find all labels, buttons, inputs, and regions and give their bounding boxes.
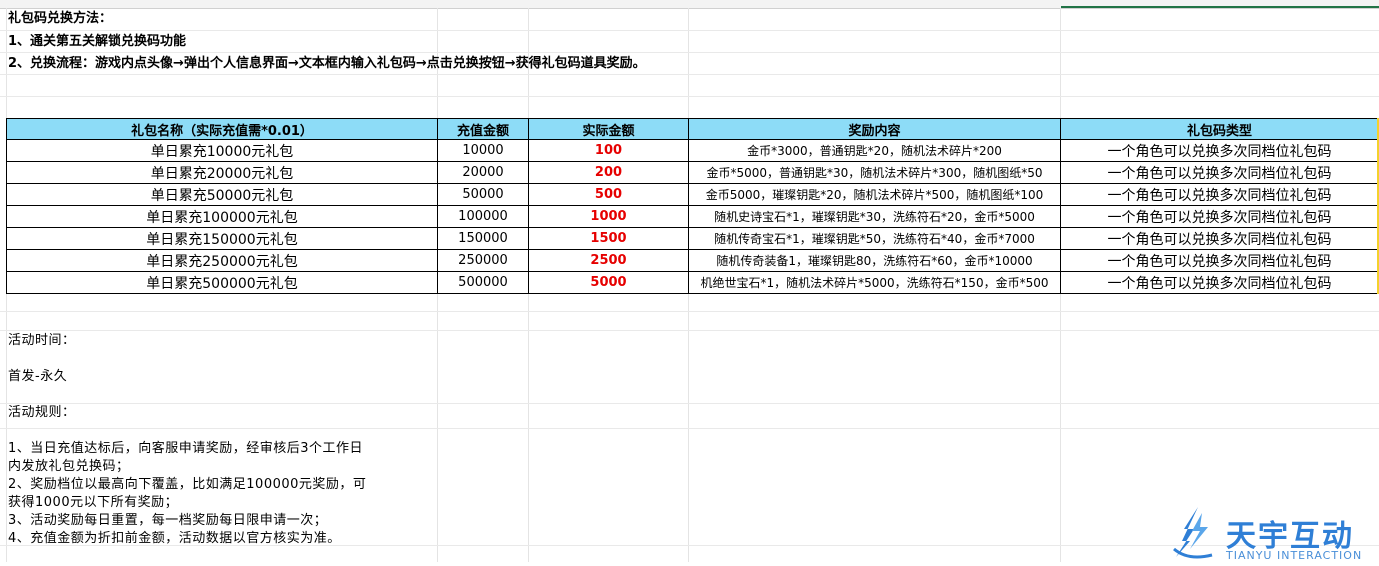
- tianyu-logo-icon: [1173, 507, 1213, 559]
- cell-amount[interactable]: 100000: [437, 205, 529, 228]
- cell-reward[interactable]: 机绝世宝石*1，随机法术碎片*5000，洗练符石*150，金币*500: [688, 271, 1061, 294]
- column-header-amount[interactable]: 充值金额: [437, 118, 529, 140]
- cell-type[interactable]: 一个角色可以兑换多次同档位礼包码: [1060, 183, 1379, 206]
- table-row: 单日累充250000元礼包 250000 2500 随机传奇装备1，璀璨钥匙80…: [6, 249, 1379, 272]
- cell-type[interactable]: 一个角色可以兑换多次同档位礼包码: [1060, 249, 1379, 272]
- activity-rules-label: 活动规则：: [8, 405, 76, 420]
- gridline: [0, 311, 1379, 312]
- table-header-row: 礼包名称（实际充值需*0.01） 充值金额 实际金额 奖励内容 礼包码类型: [6, 118, 1379, 140]
- instructions-title: 礼包码兑换方法：: [8, 11, 113, 26]
- cell-name[interactable]: 单日累充500000元礼包: [6, 271, 438, 294]
- rule-line: 内发放礼包兑换码；: [8, 459, 130, 474]
- column-header-actual[interactable]: 实际金额: [528, 118, 689, 140]
- cell-name[interactable]: 单日累充50000元礼包: [6, 183, 438, 206]
- spreadsheet: 礼包码兑换方法： 1、通关第五关解锁兑换码功能 2、兑换流程：游戏内点头像→弹出…: [0, 0, 1379, 562]
- tianyu-logo: 天宇互动 TIANYU INTERACTION: [1168, 505, 1373, 562]
- table-row: 单日累充150000元礼包 150000 1500 随机传奇宝石*1，璀璨钥匙*…: [6, 227, 1379, 250]
- cell-actual[interactable]: 2500: [528, 249, 689, 272]
- column-header-strip[interactable]: [0, 0, 1379, 9]
- gridline: [0, 30, 1379, 31]
- rule-line: 获得1000元以下所有奖励；: [8, 495, 179, 510]
- cell-actual[interactable]: 1000: [528, 205, 689, 228]
- cell-reward[interactable]: 随机传奇宝石*1，璀璨钥匙*50，洗练符石*40，金币*7000: [688, 227, 1061, 250]
- activity-time-value: 首发-永久: [8, 369, 68, 384]
- cell-type[interactable]: 一个角色可以兑换多次同档位礼包码: [1060, 139, 1379, 162]
- cell-amount[interactable]: 10000: [437, 139, 529, 162]
- logo-english-name: TIANYU INTERACTION: [1226, 549, 1363, 562]
- rule-line: 3、活动奖励每日重置，每一档奖励每日限申请一次；: [8, 513, 328, 528]
- cell-reward[interactable]: 金币5000，璀璨钥匙*20，随机法术碎片*500，随机图纸*100: [688, 183, 1061, 206]
- cell-name[interactable]: 单日累充20000元礼包: [6, 161, 438, 184]
- table-row: 单日累充50000元礼包 50000 500 金币5000，璀璨钥匙*20，随机…: [6, 183, 1379, 206]
- cell-actual[interactable]: 500: [528, 183, 689, 206]
- gift-pack-table: 礼包名称（实际充值需*0.01） 充值金额 实际金额 奖励内容 礼包码类型 单日…: [6, 118, 1379, 294]
- cell-type[interactable]: 一个角色可以兑换多次同档位礼包码: [1060, 161, 1379, 184]
- cell-actual[interactable]: 1500: [528, 227, 689, 250]
- table-row: 单日累充20000元礼包 20000 200 金币*5000，普通钥匙*30，随…: [6, 161, 1379, 184]
- cell-actual[interactable]: 100: [528, 139, 689, 162]
- gridline: [0, 403, 1379, 404]
- gridline: [0, 96, 1379, 97]
- table-row: 单日累充100000元礼包 100000 1000 随机史诗宝石*1，璀璨钥匙*…: [6, 205, 1379, 228]
- cell-actual[interactable]: 5000: [528, 271, 689, 294]
- activity-time-label: 活动时间：: [8, 333, 76, 348]
- instructions-line-2: 2、兑换流程：游戏内点头像→弹出个人信息界面→文本框内输入礼包码→点击兑换按钮→…: [8, 56, 646, 71]
- instructions-line-1: 1、通关第五关解锁兑换码功能: [8, 34, 187, 49]
- column-header-reward[interactable]: 奖励内容: [688, 118, 1061, 140]
- rule-line: 4、充值金额为折扣前金额，活动数据以官方核实为准。: [8, 531, 341, 546]
- cell-name[interactable]: 单日累充150000元礼包: [6, 227, 438, 250]
- cell-name[interactable]: 单日累充100000元礼包: [6, 205, 438, 228]
- cell-amount[interactable]: 20000: [437, 161, 529, 184]
- cell-reward[interactable]: 金币*3000，普通钥匙*20，随机法术碎片*200: [688, 139, 1061, 162]
- rule-line: 1、当日充值达标后，向客服申请奖励，经审核后3个工作日: [8, 441, 364, 456]
- cell-amount[interactable]: 50000: [437, 183, 529, 206]
- cell-amount[interactable]: 500000: [437, 271, 529, 294]
- cell-name[interactable]: 单日累充10000元礼包: [6, 139, 438, 162]
- cell-type[interactable]: 一个角色可以兑换多次同档位礼包码: [1060, 227, 1379, 250]
- cell-name[interactable]: 单日累充250000元礼包: [6, 249, 438, 272]
- cell-reward[interactable]: 随机传奇装备1，璀璨钥匙80，洗练符石*60，金币*10000: [688, 249, 1061, 272]
- column-header-type[interactable]: 礼包码类型: [1060, 118, 1379, 140]
- gridline: [0, 428, 1379, 429]
- cell-amount[interactable]: 150000: [437, 227, 529, 250]
- table-row: 单日累充10000元礼包 10000 100 金币*3000，普通钥匙*20，随…: [6, 139, 1379, 162]
- cell-amount[interactable]: 250000: [437, 249, 529, 272]
- cell-actual[interactable]: 200: [528, 161, 689, 184]
- gridline: [0, 74, 1379, 75]
- cell-reward[interactable]: 金币*5000，普通钥匙*30，随机法术碎片*300，随机图纸*50: [688, 161, 1061, 184]
- gridline: [0, 52, 1379, 53]
- cell-type[interactable]: 一个角色可以兑换多次同档位礼包码: [1060, 271, 1379, 294]
- selected-column-indicator: [1061, 6, 1379, 8]
- table-row: 单日累充500000元礼包 500000 5000 机绝世宝石*1，随机法术碎片…: [6, 271, 1379, 294]
- cell-type[interactable]: 一个角色可以兑换多次同档位礼包码: [1060, 205, 1379, 228]
- column-header-name[interactable]: 礼包名称（实际充值需*0.01）: [6, 118, 438, 140]
- rule-line: 2、奖励档位以最高向下覆盖，比如满足100000元奖励，可: [8, 477, 367, 492]
- gridline: [0, 330, 1379, 331]
- cell-reward[interactable]: 随机史诗宝石*1，璀璨钥匙*30，洗练符石*20，金币*5000: [688, 205, 1061, 228]
